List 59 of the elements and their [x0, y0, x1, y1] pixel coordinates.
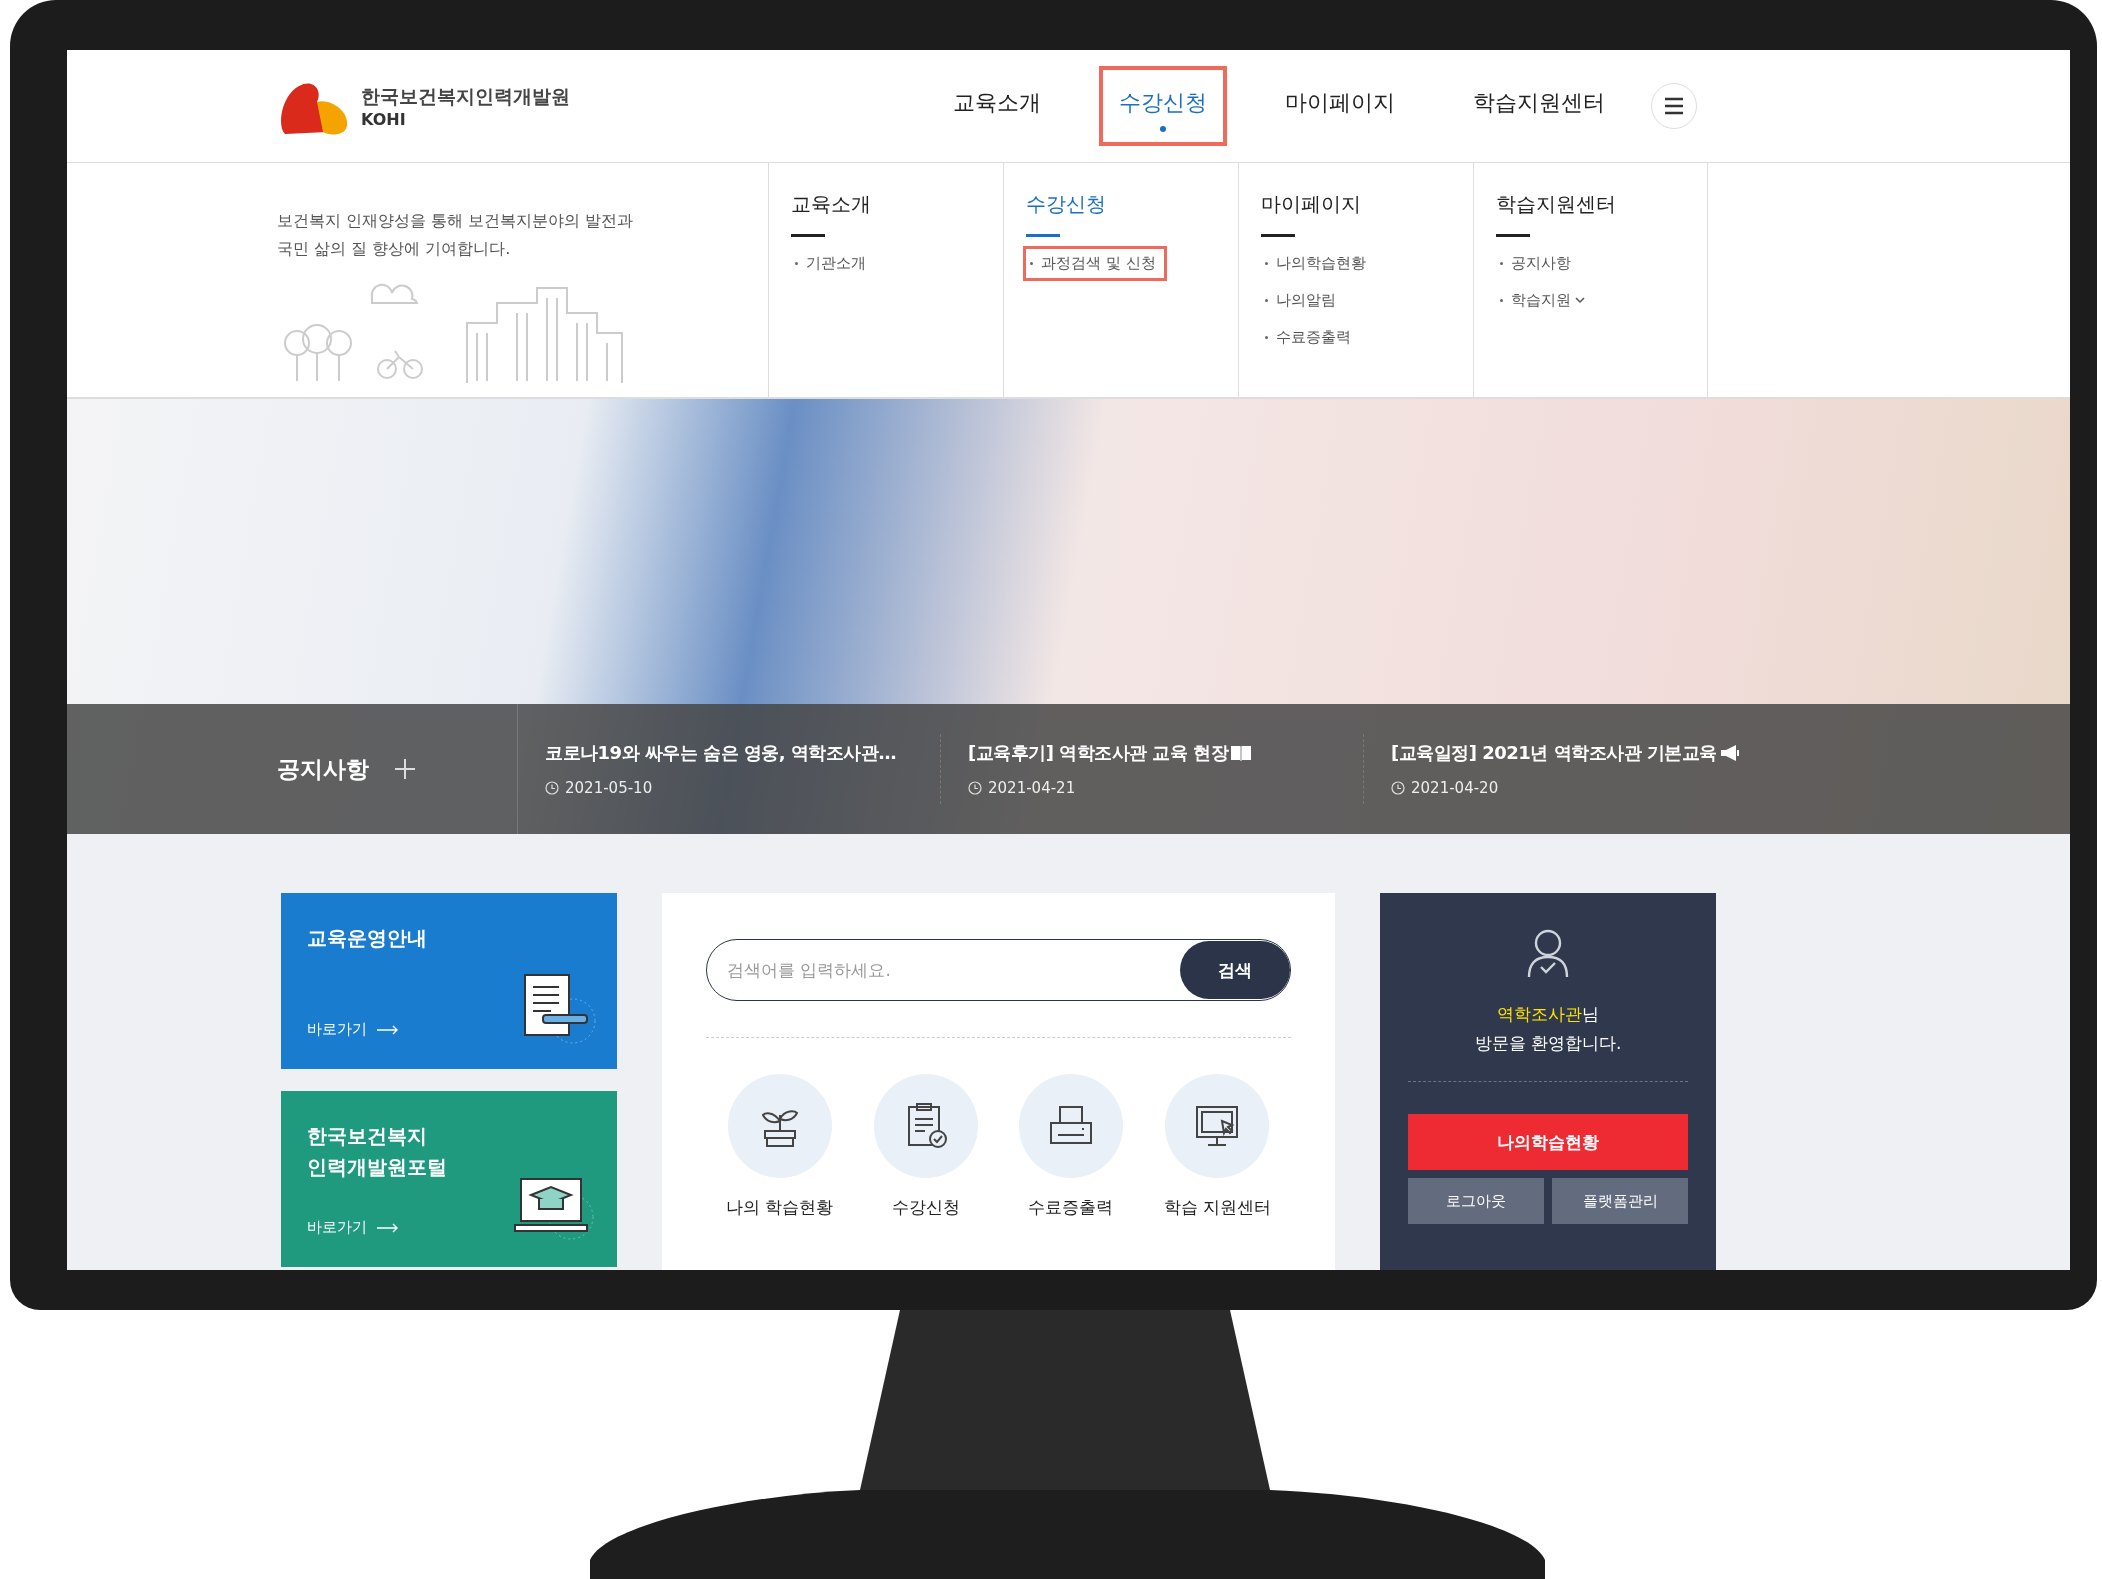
nav-tab[interactable]: 마이페이지	[1269, 70, 1411, 142]
shortcut-link[interactable]: 바로가기	[307, 1020, 367, 1039]
shortcut-card[interactable]: 한국보건복지 인력개발원포털 바로가기	[281, 1091, 617, 1267]
menu-heading[interactable]: 수강신청	[1026, 191, 1106, 218]
bullet-icon	[1500, 262, 1503, 265]
megaphone-icon	[1718, 744, 1741, 762]
search-button[interactable]: 검색	[1180, 941, 1290, 999]
logo-abbr: KOHI	[361, 109, 407, 129]
menu-heading[interactable]: 학습지원센터	[1496, 191, 1616, 218]
clock-icon	[545, 781, 559, 795]
plus-icon[interactable]	[393, 757, 417, 781]
bullet-icon	[1265, 262, 1268, 265]
arrow-right-icon	[377, 1024, 399, 1035]
heading-underline	[1261, 234, 1295, 237]
user-name: 역학조사관	[1497, 1004, 1582, 1024]
submenu-link[interactable]: 나의알림	[1261, 286, 1344, 315]
welcome-text: 방문을 환영합니다.	[1474, 1032, 1622, 1055]
submenu-link[interactable]: 기관소개	[791, 249, 874, 278]
logo-name: 한국보건복지인력개발원	[361, 83, 570, 109]
submenu-link[interactable]: 과정검색 및 신청	[1026, 249, 1164, 278]
submenu-link[interactable]: 학습지원	[1496, 286, 1593, 315]
arrow-right-icon	[377, 1222, 399, 1233]
notice-date: 2021-05-10	[565, 779, 653, 797]
my-learning-button[interactable]: 나의학습현황	[1408, 1114, 1688, 1170]
account-button[interactable]: 플랫폼관리	[1552, 1178, 1688, 1224]
notice-heading: 공지사항	[277, 754, 369, 784]
book-icon	[1230, 744, 1253, 762]
bullet-icon	[1030, 262, 1033, 265]
nav-tab[interactable]: 교육소개	[937, 70, 1057, 142]
heading-underline	[1026, 234, 1060, 237]
submenu-link[interactable]: 수료증출력	[1261, 323, 1359, 352]
shortcut-link[interactable]: 바로가기	[307, 1218, 367, 1237]
intro-text: 보건복지 인재양성을 통해 보건복지분야의 발전과 국민 삶의 질 향상에 기여합니다.	[277, 210, 635, 260]
name-suffix: 님	[1582, 1004, 1599, 1024]
notice-date: 2021-04-20	[1411, 779, 1499, 797]
notice-date: 2021-04-21	[988, 779, 1076, 797]
submenu-link[interactable]: 공지사항	[1496, 249, 1579, 278]
submenu-link[interactable]: 나의학습현황	[1261, 249, 1374, 278]
menu-heading[interactable]: 마이페이지	[1261, 191, 1361, 218]
user-check-icon	[1526, 927, 1570, 979]
notice-link[interactable]: [교육후기] 역학조사관 교육 현장	[968, 741, 1229, 765]
heading-underline	[791, 234, 825, 237]
menu-button[interactable]	[1651, 83, 1697, 129]
bullet-icon	[1265, 336, 1268, 339]
menu-heading[interactable]: 교육소개	[791, 191, 871, 218]
clock-icon	[968, 781, 982, 795]
nav-tab[interactable]: 학습지원센터	[1457, 70, 1621, 142]
shortcut-card[interactable]: 교육운영안내 바로가기	[281, 893, 617, 1069]
menu-icon	[1663, 97, 1685, 115]
card-title: 한국보건복지 인력개발원포털	[307, 1123, 447, 1181]
card-title: 교육운영안내	[307, 925, 427, 952]
account-button[interactable]: 로그아웃	[1408, 1178, 1544, 1224]
notice-link[interactable]: 코로나19와 싸우는 숨은 영웅, 역학조사관…	[545, 741, 896, 765]
bullet-icon	[795, 262, 798, 265]
notice-link[interactable]: [교육일정] 2021년 역학조사관 기본교육	[1391, 741, 1717, 765]
clock-icon	[1391, 781, 1405, 795]
heading-underline	[1496, 234, 1530, 237]
bullet-icon	[1500, 299, 1503, 302]
bullet-icon	[1265, 299, 1268, 302]
